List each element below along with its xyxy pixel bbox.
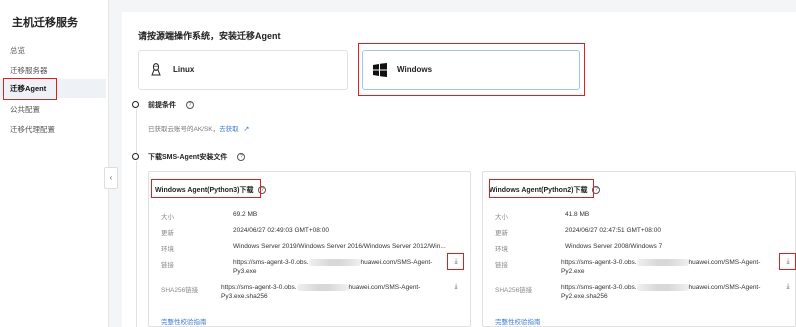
env-key: 环境 xyxy=(161,246,174,253)
step-dot-prereq xyxy=(132,101,139,108)
env-value: Windows Server 2008/Windows 7 xyxy=(565,243,663,250)
panel-title-highlight-box xyxy=(151,179,261,198)
sha-prefix: https://sms-agent-3-0.obs. xyxy=(561,284,637,291)
download-label: 下载SMS-Agent安装文件 ? xyxy=(148,152,246,162)
env-value: Windows Server 2019/Windows Server 2016/… xyxy=(233,243,446,250)
size-key: 大小 xyxy=(161,214,174,221)
integrity-guide-link[interactable]: 完整性校验指南 xyxy=(161,316,207,326)
integrity-guide-link[interactable]: 完整性校验指南 xyxy=(495,316,541,326)
sidebar-highlight-box xyxy=(3,78,57,100)
external-link-icon[interactable]: ↗ xyxy=(243,126,249,133)
link-suffix: huawei.com/SMS-Agent- xyxy=(688,259,761,266)
sidebar-collapse-button[interactable]: ‹ xyxy=(104,167,118,189)
sha-link[interactable]: https://sms-agent-3-0.obs. huawei.com/SMS… xyxy=(221,283,451,301)
updated-value: 2024/06/27 02:49:03 GMT+08:00 xyxy=(233,227,329,234)
link-prefix: https://sms-agent-3-0.obs. xyxy=(233,259,309,266)
linux-icon xyxy=(149,63,163,77)
link-suffix: huawei.com/SMS-Agent- xyxy=(360,259,433,266)
sha-prefix: https://sms-agent-3-0.obs. xyxy=(221,284,297,291)
step-connector xyxy=(136,109,137,154)
download-label-text: 下载SMS-Agent安装文件 xyxy=(148,154,228,161)
windows-highlight-box xyxy=(358,43,585,96)
download-highlight-box xyxy=(447,253,464,270)
updated-value: 2024/06/27 02:47:51 GMT+08:00 xyxy=(565,227,661,234)
help-icon[interactable]: ? xyxy=(185,101,194,110)
download-link[interactable]: https://sms-agent-3-0.obs. huawei.com/SMS… xyxy=(561,258,781,276)
sha-suffix: huawei.com/SMS-Agent- xyxy=(688,284,761,291)
step-dot-download xyxy=(132,153,139,160)
redacted-region xyxy=(636,258,689,266)
prereq-label: 前提条件 ? xyxy=(148,100,194,110)
env-key: 环境 xyxy=(495,246,508,253)
link-prefix: https://sms-agent-3-0.obs. xyxy=(561,259,637,266)
updated-key: 更新 xyxy=(161,230,174,237)
get-aksk-link[interactable]: 去获取 xyxy=(219,126,239,133)
sha-suffix: huawei.com/SMS-Agent- xyxy=(348,284,421,291)
redacted-region xyxy=(636,283,689,291)
help-icon[interactable]: ? xyxy=(237,153,246,162)
download-icon[interactable]: ⤓ xyxy=(452,283,460,291)
size-value: 69.2 MB xyxy=(233,211,258,218)
sha-tail: Py3.exe.sha256 xyxy=(221,293,268,300)
prereq-text: 已获取云账号的AK/SK，去获取 ↗ xyxy=(148,123,249,133)
sha-key: SHA256链接 xyxy=(161,287,199,294)
os-option-label: Linux xyxy=(173,65,195,74)
main-panel: 请按源端操作系统，安装迁移Agent Linux Windows 前提条件 ? … xyxy=(122,12,796,327)
sidebar-item-overview[interactable]: 总览 xyxy=(10,45,25,56)
link-tail: Py3.exe xyxy=(233,268,257,275)
download-icon[interactable]: ⤓ xyxy=(784,283,792,291)
link-key: 链接 xyxy=(495,262,508,269)
redacted-region xyxy=(308,258,361,266)
size-key: 大小 xyxy=(495,214,508,221)
link-key: 链接 xyxy=(161,262,174,269)
panel-title-highlight-box xyxy=(489,179,594,198)
sidebar: 主机迁移服务 总览 迁移服务器 迁移Agent 公共配置 迁移代理配置 xyxy=(0,0,109,327)
step-connector xyxy=(136,161,137,327)
size-value: 41.8 MB xyxy=(565,211,590,218)
sha-key: SHA256链接 xyxy=(495,287,533,294)
download-link[interactable]: https://sms-agent-3-0.obs. huawei.com/SMS… xyxy=(233,258,451,276)
sidebar-item-migration-servers[interactable]: 迁移服务器 xyxy=(10,65,48,76)
sidebar-title: 主机迁移服务 xyxy=(12,17,78,29)
os-option-linux[interactable]: Linux xyxy=(138,50,348,90)
updated-key: 更新 xyxy=(495,230,508,237)
sha-link[interactable]: https://sms-agent-3-0.obs. huawei.com/SMS… xyxy=(561,283,781,301)
link-tail: Py2.exe xyxy=(561,268,585,275)
prereq-label-text: 前提条件 xyxy=(148,102,176,109)
sha-tail: Py2.exe.sha256 xyxy=(561,293,608,300)
prereq-description: 已获取云账号的AK/SK， xyxy=(148,126,220,133)
download-highlight-box xyxy=(779,253,796,270)
sidebar-item-proxy-config[interactable]: 迁移代理配置 xyxy=(10,124,55,135)
sidebar-item-public-config[interactable]: 公共配置 xyxy=(10,104,40,115)
redacted-region xyxy=(296,283,349,291)
page-heading: 请按源端操作系统，安装迁移Agent xyxy=(138,31,281,41)
